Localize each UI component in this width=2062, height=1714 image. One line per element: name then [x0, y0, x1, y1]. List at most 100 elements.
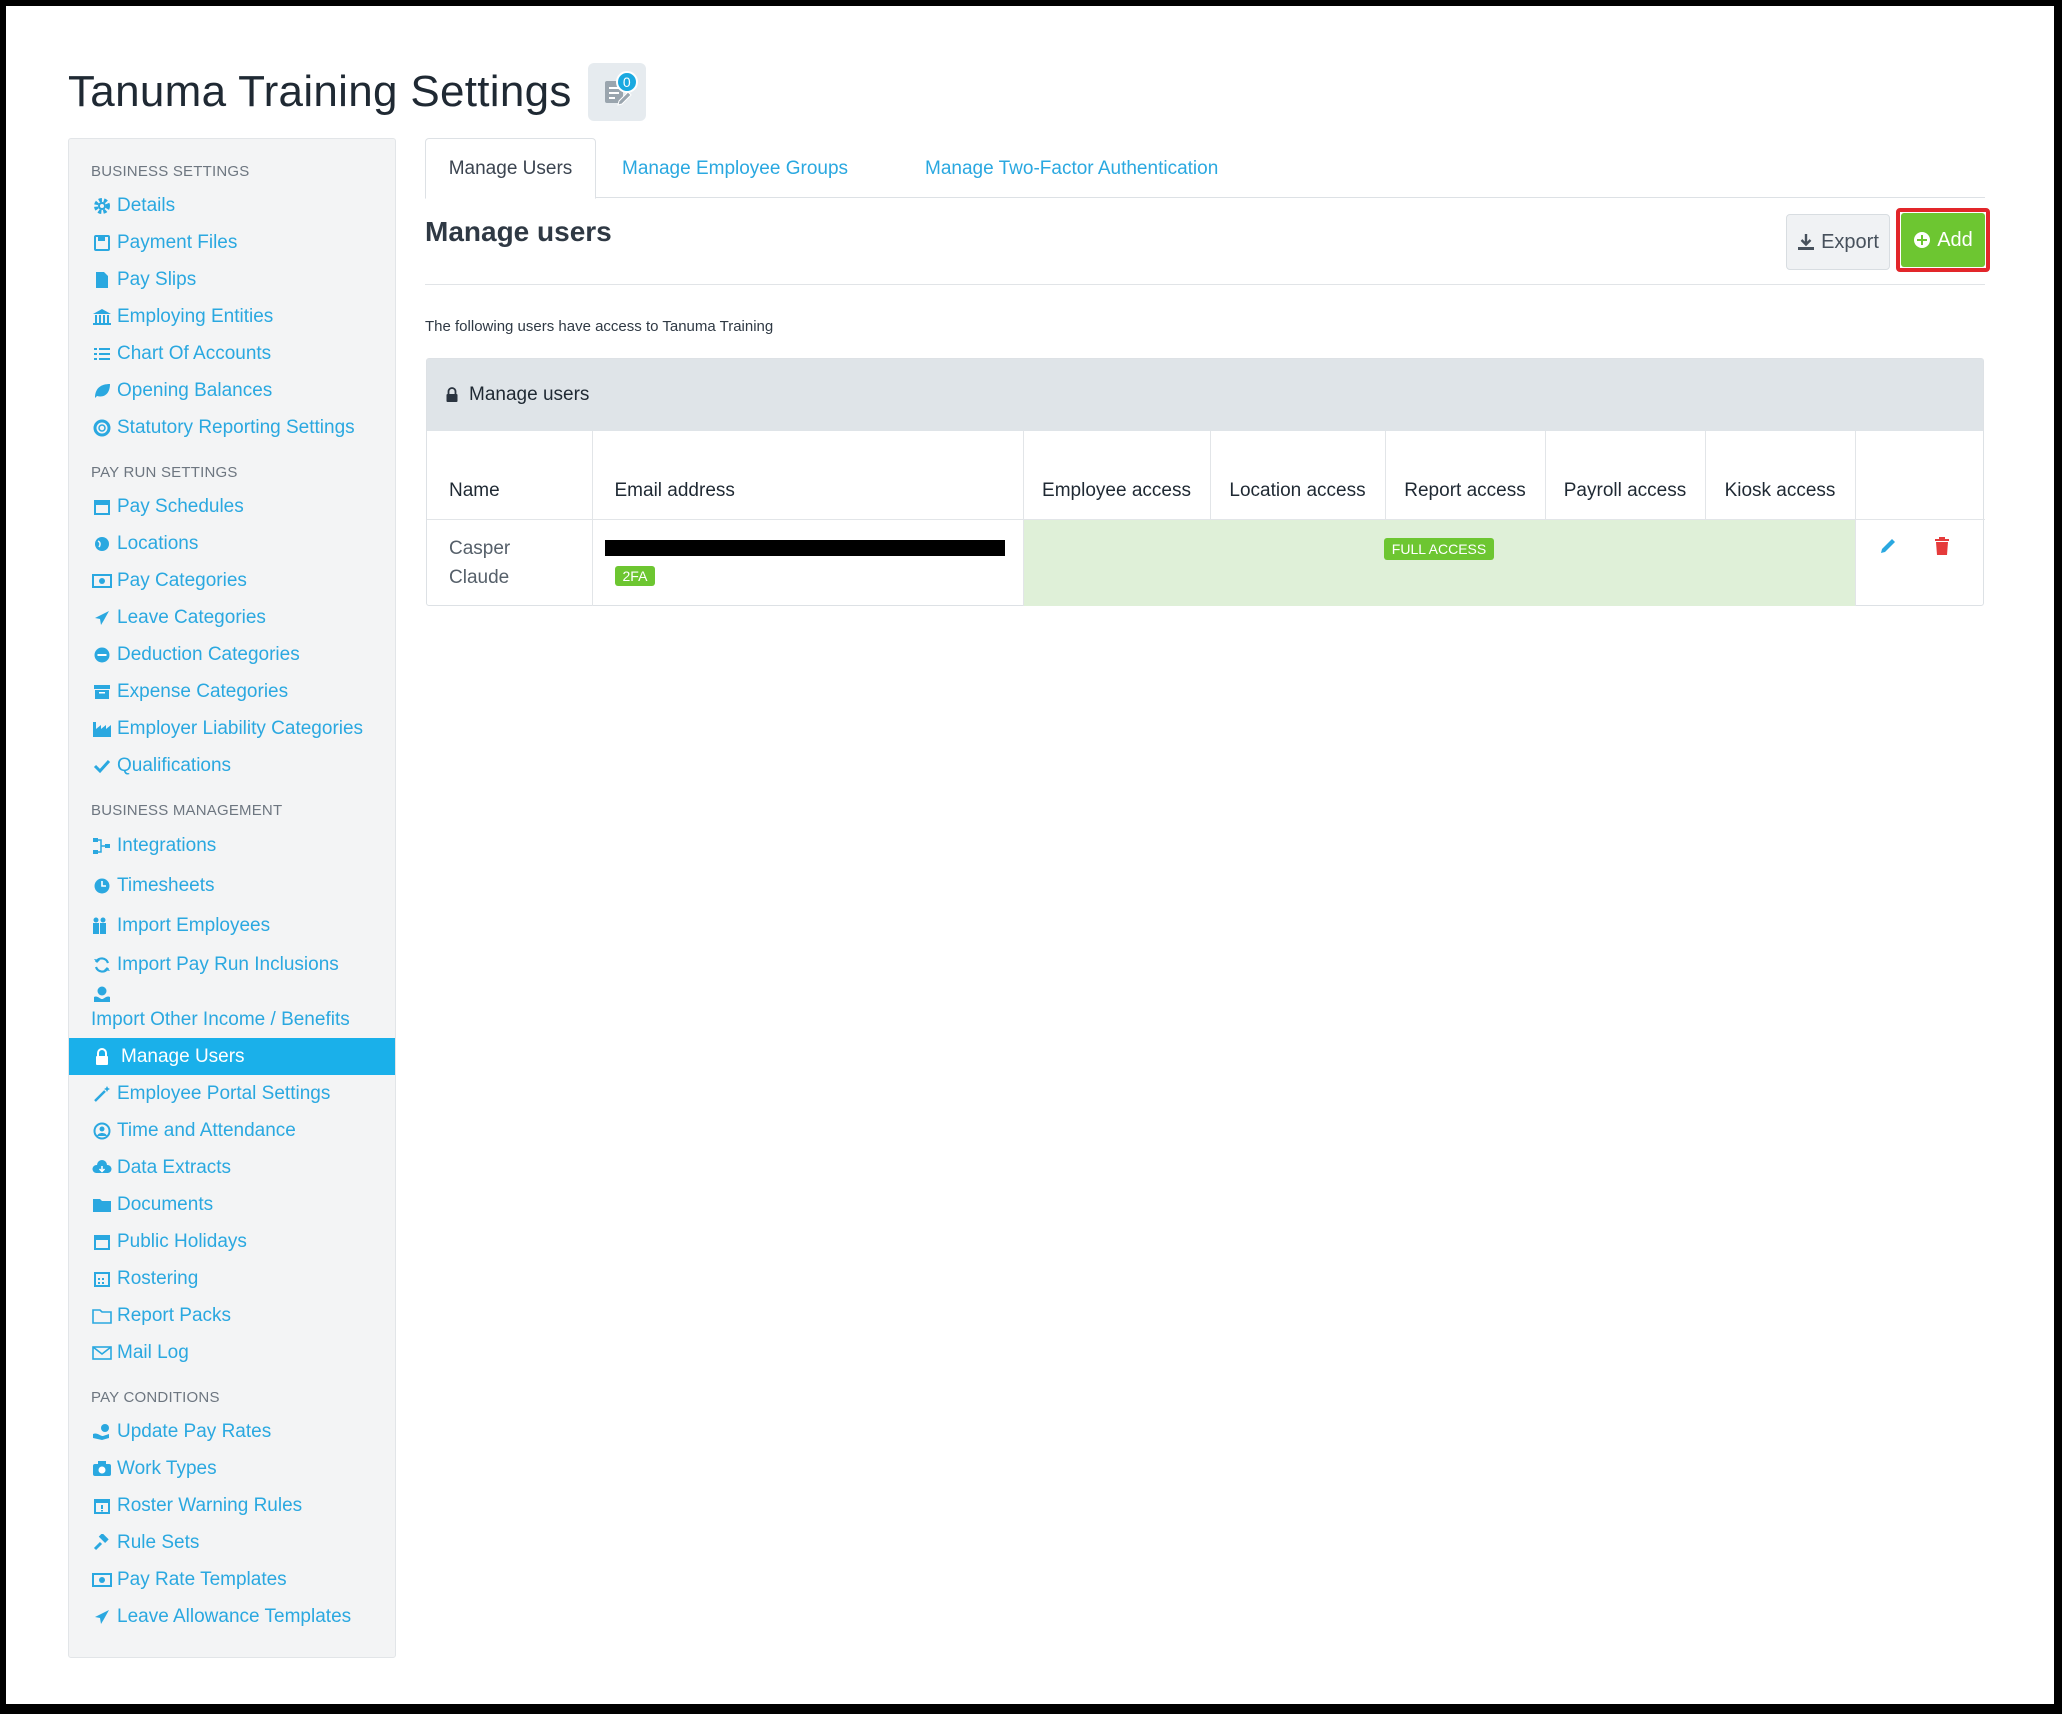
- calendar-alert-icon: [91, 1495, 113, 1517]
- sidebar-item-label: Details: [117, 194, 176, 216]
- sidebar-item-label: Pay Rate Templates: [117, 1568, 287, 1590]
- sidebar-item-mail-log[interactable]: Mail Log: [69, 1334, 395, 1371]
- sidebar-item-employee-portal-settings[interactable]: Employee Portal Settings: [69, 1075, 395, 1112]
- page-header: Tanuma Training Settings 0: [68, 62, 646, 122]
- access-cell: FULL ACCESS: [1023, 519, 1856, 606]
- users-table: Name Email address Employee access Locat…: [427, 431, 1985, 606]
- sidebar-item-chart-of-accounts[interactable]: Chart Of Accounts: [69, 335, 395, 372]
- sidebar-item-opening-balances[interactable]: Opening Balances: [69, 372, 395, 409]
- sidebar-item-statutory-reporting-settings[interactable]: Statutory Reporting Settings: [69, 409, 395, 446]
- delete-user-button[interactable]: [1930, 534, 1954, 558]
- tab-manage-two-factor-authentication[interactable]: Manage Two-Factor Authentication: [903, 138, 1240, 199]
- column-header-kiosk-access: Kiosk access: [1705, 431, 1856, 520]
- sidebar-item-update-pay-rates[interactable]: Update Pay Rates: [69, 1413, 395, 1450]
- plane-icon: [91, 607, 113, 629]
- sidebar-item-details[interactable]: Details: [69, 187, 395, 224]
- sidebar-item-documents[interactable]: Documents: [69, 1186, 395, 1223]
- sidebar-item-label: Pay Schedules: [117, 495, 244, 517]
- sidebar-item-deduction-categories[interactable]: Deduction Categories: [69, 636, 395, 673]
- column-header-report-access: Report access: [1385, 431, 1546, 520]
- sidebar-item-payment-files[interactable]: Payment Files: [69, 224, 395, 261]
- sidebar-item-label: Import Employees: [117, 915, 271, 936]
- column-header-payroll-access: Payroll access: [1545, 431, 1706, 520]
- sidebar-item-data-extracts[interactable]: Data Extracts: [69, 1149, 395, 1186]
- magic-wand-icon: [91, 1083, 113, 1105]
- settings-sidebar: BUSINESS SETTINGS Details Payment Files …: [68, 138, 396, 1658]
- sidebar-item-report-packs[interactable]: Report Packs: [69, 1297, 395, 1334]
- users-icon: [91, 915, 113, 937]
- sidebar-item-label: Employer Liability Categories: [117, 717, 364, 739]
- lock-icon: [91, 1046, 113, 1068]
- gear-icon: [91, 195, 113, 217]
- sidebar-item-label: Leave Allowance Templates: [117, 1605, 352, 1627]
- sidebar-item-import-other-income-benefits[interactable]: Import Other Income / Benefits: [69, 983, 395, 1034]
- sidebar-item-label: Expense Categories: [117, 680, 289, 702]
- sidebar-item-time-and-attendance[interactable]: Time and Attendance: [69, 1112, 395, 1149]
- sidebar-item-roster-warning-rules[interactable]: Roster Warning Rules: [69, 1487, 395, 1524]
- section-heading: Manage users: [425, 216, 612, 247]
- sidebar-item-label: Public Holidays: [117, 1230, 247, 1252]
- sidebar-item-label: Roster Warning Rules: [117, 1494, 303, 1516]
- edit-user-button[interactable]: [1876, 534, 1900, 558]
- sidebar-item-rostering[interactable]: Rostering: [69, 1260, 395, 1297]
- sidebar-item-import-employees[interactable]: Import Employees: [69, 906, 395, 946]
- add-user-button[interactable]: Add: [1901, 213, 1985, 267]
- column-header-name: Name: [427, 431, 593, 520]
- sidebar-item-leave-allowance-templates[interactable]: Leave Allowance Templates: [69, 1598, 395, 1635]
- sidebar-item-label: Rostering: [117, 1267, 199, 1289]
- table-row: Casper Claude 2FA FULL ACCESS: [427, 519, 1985, 606]
- sidebar-item-label: Locations: [117, 532, 199, 554]
- calendar-icon: [91, 1231, 113, 1253]
- divider: [425, 284, 1985, 285]
- sidebar-item-leave-categories[interactable]: Leave Categories: [69, 599, 395, 636]
- page-title: Tanuma Training Settings: [68, 67, 572, 116]
- tab-manage-employee-groups[interactable]: Manage Employee Groups: [600, 138, 870, 199]
- folder-icon: [91, 1194, 113, 1216]
- sidebar-item-rule-sets[interactable]: Rule Sets: [69, 1524, 395, 1561]
- leaf-icon: [91, 380, 113, 402]
- user-circle-icon: [91, 1120, 113, 1142]
- plus-circle-icon: [1914, 232, 1931, 248]
- section-heading-business-settings: BUSINESS SETTINGS: [91, 163, 250, 180]
- sidebar-item-timesheets[interactable]: Timesheets: [69, 866, 395, 906]
- sidebar-item-qualifications[interactable]: Qualifications: [69, 747, 395, 784]
- column-header-employee-access: Employee access: [1023, 431, 1211, 520]
- tab-manage-users[interactable]: Manage Users: [425, 138, 596, 199]
- sidebar-item-locations[interactable]: Locations: [69, 525, 395, 562]
- calendar-icon: [91, 496, 113, 518]
- money-icon: [91, 570, 113, 592]
- user-name: Casper Claude: [427, 519, 593, 606]
- sidebar-item-integrations[interactable]: Integrations: [69, 826, 395, 866]
- full-access-badge: FULL ACCESS: [1383, 537, 1495, 560]
- cloud-download-icon: [91, 1157, 113, 1179]
- hand-coins-icon: [91, 983, 113, 1005]
- export-button[interactable]: Export: [1786, 214, 1890, 270]
- sidebar-item-label: Pay Slips: [117, 268, 197, 290]
- download-icon: [1798, 234, 1815, 250]
- industry-icon: [91, 718, 113, 740]
- sidebar-item-employer-liability-categories[interactable]: Employer Liability Categories: [69, 710, 395, 747]
- sidebar-item-employing-entities[interactable]: Employing Entities: [69, 298, 395, 335]
- sidebar-item-label: Qualifications: [117, 754, 232, 776]
- sidebar-item-expense-categories[interactable]: Expense Categories: [69, 673, 395, 710]
- refresh-icon: [91, 954, 113, 976]
- sidebar-item-manage-users[interactable]: Manage Users: [69, 1038, 395, 1075]
- add-label: Add: [1937, 228, 1973, 251]
- sidebar-item-public-holidays[interactable]: Public Holidays: [69, 1223, 395, 1260]
- sidebar-item-import-pay-run-inclusions[interactable]: Import Pay Run Inclusions: [69, 946, 395, 983]
- floppy-disk-icon: [91, 232, 113, 254]
- sidebar-item-work-types[interactable]: Work Types: [69, 1450, 395, 1487]
- minus-circle-icon: [91, 644, 113, 666]
- plane-icon: [91, 1606, 113, 1628]
- sidebar-item-label: Import Pay Run Inclusions: [117, 953, 339, 975]
- notifications-button[interactable]: 0: [587, 63, 646, 121]
- intro-text: The following users have access to Tanum…: [425, 318, 774, 335]
- sidebar-item-pay-slips[interactable]: Pay Slips: [69, 261, 395, 298]
- export-label: Export: [1821, 230, 1879, 253]
- sidebar-item-pay-rate-templates[interactable]: Pay Rate Templates: [69, 1561, 395, 1598]
- lifebuoy-icon: [91, 417, 113, 439]
- sidebar-item-label: Chart Of Accounts: [117, 342, 272, 364]
- sidebar-item-pay-categories[interactable]: Pay Categories: [69, 562, 395, 599]
- sidebar-item-pay-schedules[interactable]: Pay Schedules: [69, 488, 395, 525]
- camera-icon: [91, 1458, 113, 1480]
